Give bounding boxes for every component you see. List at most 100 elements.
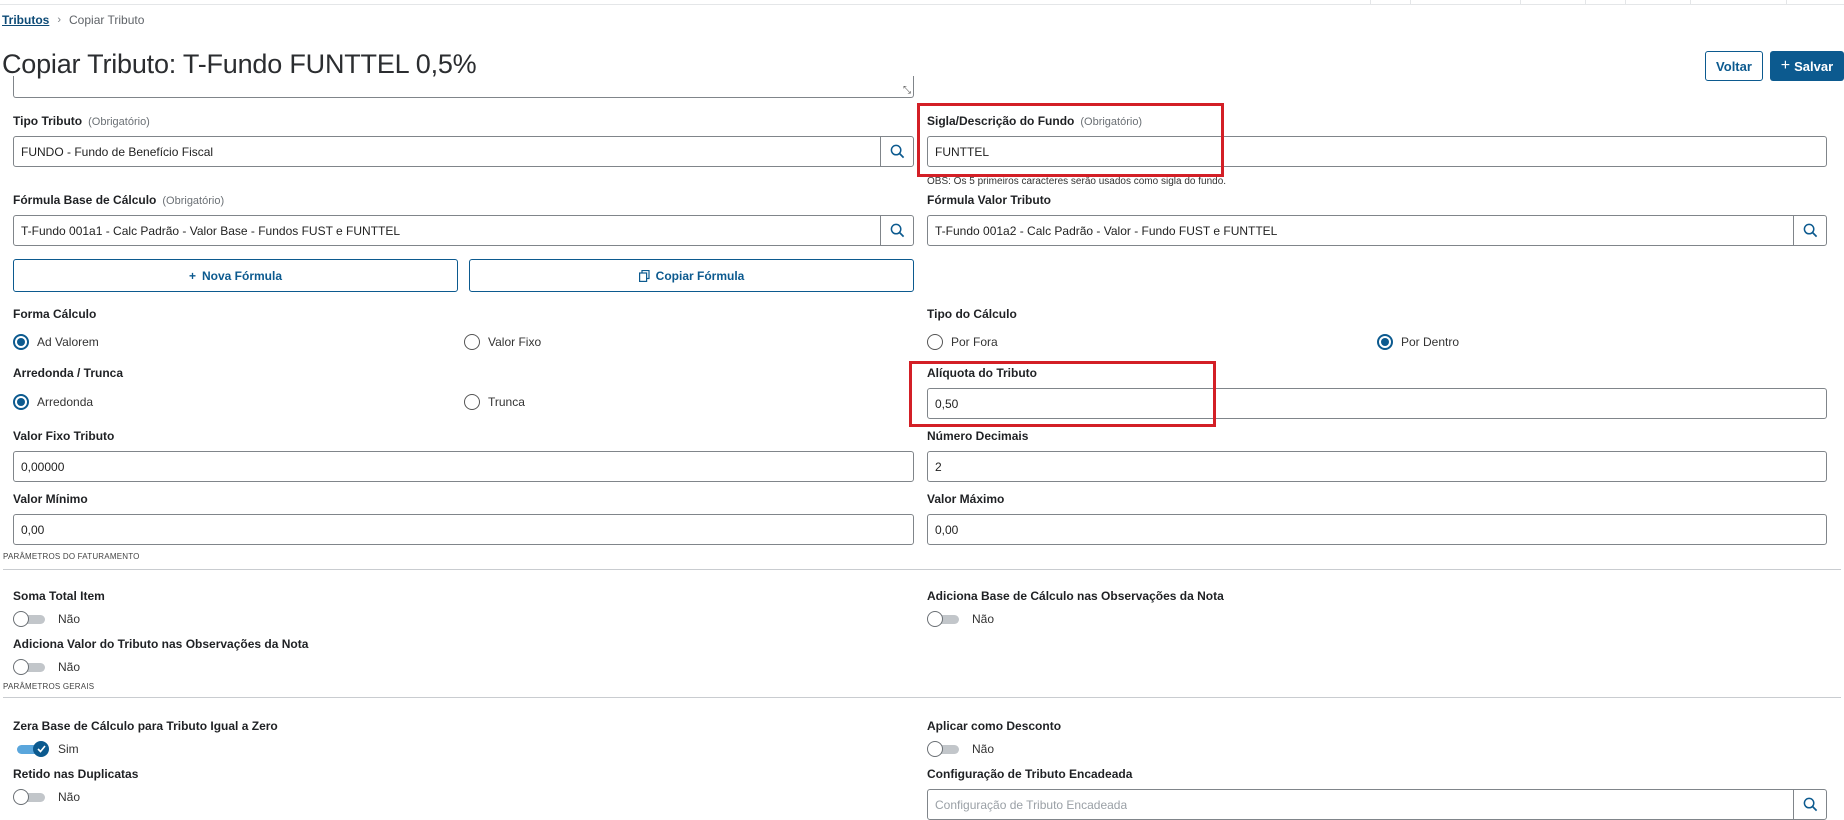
tipo-calculo-label: Tipo do Cálculo	[927, 307, 1017, 321]
soma-total-item-toggle[interactable]: Não	[13, 611, 80, 627]
radio-arredonda[interactable]: Arredonda	[13, 394, 93, 410]
toggle-off-icon	[927, 611, 963, 627]
zera-base-label: Zera Base de Cálculo para Tributo Igual …	[13, 719, 278, 733]
formula-base-label: Fórmula Base de Cálculo (Obrigatório)	[13, 193, 225, 207]
valor-minimo-label: Valor Mínimo	[13, 492, 88, 506]
valor-fixo-field[interactable]: 0,00000	[13, 451, 914, 482]
tipo-tributo-value: FUNDO - Fundo de Benefício Fiscal	[21, 144, 214, 159]
radio-checked-icon	[1377, 334, 1393, 350]
section-divider	[3, 569, 1841, 570]
tipo-tributo-field[interactable]: FUNDO - Fundo de Benefício Fiscal	[13, 136, 914, 167]
section-divider	[3, 697, 1841, 698]
top-bar-divider	[1786, 0, 1787, 4]
copiar-formula-label: Copiar Fórmula	[655, 268, 745, 283]
radio-label: Ad Valorem	[37, 335, 99, 349]
section-title-faturamento: PARÂMETROS DO FATURAMENTO	[3, 552, 140, 561]
radio-valor-fixo[interactable]: Valor Fixo	[464, 334, 541, 350]
highlight-box-aliquota	[909, 361, 1216, 427]
chevron-right-icon: ›	[57, 14, 62, 26]
save-button-label: Salvar	[1794, 58, 1834, 74]
arredonda-label: Arredonda / Trunca	[13, 366, 124, 380]
valor-maximo-field[interactable]: 0,00	[927, 514, 1827, 545]
highlight-box-sigla	[917, 103, 1224, 177]
valor-minimo-value: 0,00	[21, 522, 45, 537]
toggle-state: Não	[58, 790, 81, 804]
toggle-state: Não	[972, 612, 995, 626]
radio-por-fora[interactable]: Por Fora	[927, 334, 998, 350]
adiciona-base-obs-label: Adiciona Base de Cálculo nas Observações…	[927, 589, 1224, 603]
soma-total-item-label: Soma Total Item	[13, 589, 105, 603]
numero-decimais-value: 2	[935, 459, 942, 474]
formula-valor-label: Fórmula Valor Tributo	[927, 193, 1052, 207]
search-icon[interactable]	[1793, 790, 1826, 819]
description-textarea[interactable]: ⤡	[13, 76, 914, 98]
numero-decimais-label: Número Decimais	[927, 429, 1029, 443]
top-bar-divider	[1625, 0, 1626, 4]
valor-fixo-label: Valor Fixo Tributo	[13, 429, 115, 443]
back-button[interactable]: Voltar	[1705, 51, 1763, 81]
radio-unchecked-icon	[927, 334, 943, 350]
formula-base-field[interactable]: T-Fundo 001a1 - Calc Padrão - Valor Base…	[13, 215, 914, 246]
formula-base-value: T-Fundo 001a1 - Calc Padrão - Valor Base…	[21, 223, 401, 238]
tipo-tributo-label: Tipo Tributo (Obrigatório)	[13, 114, 150, 128]
top-bar-divider	[1370, 0, 1371, 4]
breadcrumb-link-tributos[interactable]: Tributos	[2, 13, 49, 27]
radio-label: Por Dentro	[1401, 335, 1460, 349]
top-bar-divider	[1585, 0, 1586, 4]
valor-fixo-value: 0,00000	[21, 459, 65, 474]
nova-formula-button[interactable]: + Nova Fórmula	[13, 259, 458, 292]
zera-base-toggle[interactable]: Sim	[13, 741, 79, 757]
radio-label: Trunca	[488, 395, 525, 409]
toggle-state: Não	[972, 742, 995, 756]
radio-checked-icon	[13, 334, 29, 350]
copy-icon	[638, 269, 650, 282]
radio-unchecked-icon	[464, 394, 480, 410]
copiar-formula-button[interactable]: Copiar Fórmula	[469, 259, 914, 292]
aplicar-desconto-label: Aplicar como Desconto	[927, 719, 1062, 733]
toggle-off-icon	[13, 789, 49, 805]
adiciona-valor-obs-toggle[interactable]: Não	[13, 659, 80, 675]
valor-minimo-field[interactable]: 0,00	[13, 514, 914, 545]
radio-ad-valorem[interactable]: Ad Valorem	[13, 334, 99, 350]
top-bar	[0, 0, 1844, 5]
formula-valor-field[interactable]: T-Fundo 001a2 - Calc Padrão - Valor - Fu…	[927, 215, 1827, 246]
top-bar-divider	[1520, 0, 1521, 4]
toggle-on-icon	[13, 741, 49, 757]
config-encadeada-placeholder: Configuração de Tributo Encadeada	[935, 797, 1128, 812]
toggle-state: Sim	[58, 742, 79, 756]
toggle-off-icon	[13, 659, 49, 675]
radio-trunca[interactable]: Trunca	[464, 394, 525, 410]
breadcrumb-current: Copiar Tributo	[69, 13, 145, 27]
radio-label: Valor Fixo	[488, 335, 542, 349]
radio-checked-icon	[13, 394, 29, 410]
config-encadeada-field[interactable]: Configuração de Tributo Encadeada	[927, 789, 1827, 820]
retido-duplicatas-toggle[interactable]: Não	[13, 789, 80, 805]
valor-maximo-value: 0,00	[935, 522, 959, 537]
radio-label: Arredonda	[37, 395, 94, 409]
plus-icon: +	[1780, 57, 1791, 74]
radio-label: Por Fora	[951, 335, 998, 349]
numero-decimais-field[interactable]: 2	[927, 451, 1827, 482]
search-icon[interactable]	[880, 216, 913, 245]
radio-por-dentro[interactable]: Por Dentro	[1377, 334, 1459, 350]
resize-handle-icon[interactable]: ⤡	[903, 85, 911, 96]
retido-duplicatas-label: Retido nas Duplicatas	[13, 767, 139, 781]
toggle-state: Não	[58, 660, 81, 674]
section-title-gerais: PARÂMETROS GERAIS	[3, 682, 95, 691]
search-icon[interactable]	[880, 137, 913, 166]
top-bar-divider	[1410, 0, 1411, 4]
top-bar-divider	[1690, 0, 1691, 4]
radio-unchecked-icon	[464, 334, 480, 350]
save-button[interactable]: + Salvar	[1770, 51, 1844, 81]
formula-valor-value: T-Fundo 001a2 - Calc Padrão - Valor - Fu…	[935, 223, 1278, 238]
plus-icon: +	[188, 268, 196, 283]
adiciona-valor-obs-label: Adiciona Valor do Tributo nas Observaçõe…	[13, 637, 309, 651]
toggle-off-icon	[927, 741, 963, 757]
nova-formula-label: Nova Fórmula	[202, 268, 283, 283]
aplicar-desconto-toggle[interactable]: Não	[927, 741, 994, 757]
sigla-fundo-note: OBS: Os 5 primeiros caracteres serão usa…	[927, 176, 1227, 187]
search-icon[interactable]	[1793, 216, 1826, 245]
toggle-off-icon	[13, 611, 49, 627]
adiciona-base-obs-toggle[interactable]: Não	[927, 611, 994, 627]
breadcrumb: Tributos › Copiar Tributo	[2, 13, 144, 27]
